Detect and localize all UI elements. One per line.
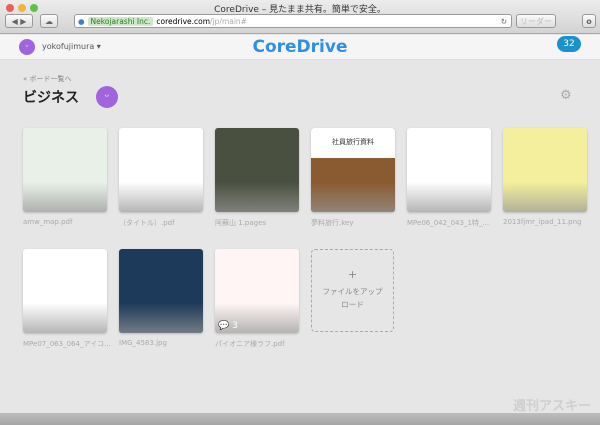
comment-icon: 💬 (218, 321, 230, 331)
file-name[interactable]: 夢料旅行.key (311, 218, 399, 228)
file-thumbnail[interactable] (503, 128, 587, 212)
cloud-icon[interactable]: ☁ (40, 14, 58, 28)
reload-icon[interactable]: ↻ (501, 17, 507, 26)
upload-file-button[interactable]: + ファイルをアップロード (311, 249, 394, 332)
notification-badge[interactable]: 32 (557, 36, 581, 52)
thumbnail-fade (23, 303, 107, 333)
board-title: ビジネス (23, 90, 79, 106)
downloads-button[interactable]: o (582, 14, 596, 28)
back-to-boards-link[interactable]: « ボード一覧へ (23, 74, 72, 84)
file-thumbnail[interactable] (119, 128, 203, 212)
thumbnail-fade (407, 182, 491, 212)
file-thumbnail[interactable] (119, 249, 203, 333)
url-host: coredrive.com (156, 16, 211, 26)
file-name[interactable]: パイオニア様ラフ.pdf (215, 339, 303, 349)
plus-icon: + (347, 268, 358, 281)
file-name[interactable]: IMG_4583.jpg (119, 339, 207, 347)
url-path: /jp/main# (210, 16, 247, 26)
thumbnail-fade (119, 303, 203, 333)
file-name[interactable]: MPe06_042_043_1特_... (407, 218, 495, 228)
back-forward-button[interactable]: ◀ ▶ (5, 14, 33, 28)
app-header: ᵕ yokofujimura ▾ CoreDrive 32 (0, 35, 600, 60)
board-member-avatar[interactable]: ᵕ (96, 86, 118, 108)
thumbnail-fade (119, 182, 203, 212)
reader-button[interactable]: リーダー (516, 14, 556, 28)
upload-label: ファイルをアップロード (322, 287, 383, 309)
comment-count[interactable]: 💬 3 (218, 321, 238, 331)
file-thumbnail[interactable] (23, 128, 107, 212)
file-name[interactable]: （タイトル）.pdf (119, 218, 207, 228)
thumbnail-fade (503, 182, 587, 212)
file-name[interactable]: MPe07_063_064_アイコ... (23, 339, 111, 349)
file-name[interactable]: amw_map.pdf (23, 218, 111, 226)
browser-titlebar: CoreDrive – 見たまま共有。簡単で安全。 ◀ ▶ ☁ ● Nekoja… (0, 0, 600, 34)
file-thumbnail[interactable] (215, 128, 299, 212)
thumbnail-fade (311, 182, 395, 212)
watermark: 週刊アスキー (513, 399, 592, 414)
address-bar[interactable]: ● Nekojarashi Inc. coredrive.com /jp/mai… (74, 14, 512, 28)
globe-icon: ● (78, 16, 85, 26)
thumbnail-fade (215, 182, 299, 212)
secure-badge: Nekojarashi Inc. (87, 16, 154, 26)
browser-bottom-bar (0, 413, 600, 425)
file-thumbnail[interactable]: 💬 3 (215, 249, 299, 333)
slide-title: 社員旅行資料 (311, 128, 395, 158)
file-name[interactable]: 阿蘇山 1.pages (215, 218, 303, 228)
app-logo[interactable]: CoreDrive (0, 37, 600, 57)
file-thumbnail[interactable] (407, 128, 491, 212)
file-thumbnail[interactable]: 社員旅行資料 (311, 128, 395, 212)
thumbnail-fade (23, 182, 107, 212)
comment-count-value: 3 (232, 321, 238, 331)
file-name[interactable]: 2013fjmr_ipad_11.png (503, 218, 591, 226)
file-thumbnail[interactable] (23, 249, 107, 333)
gear-icon[interactable]: ⚙ (560, 88, 572, 103)
